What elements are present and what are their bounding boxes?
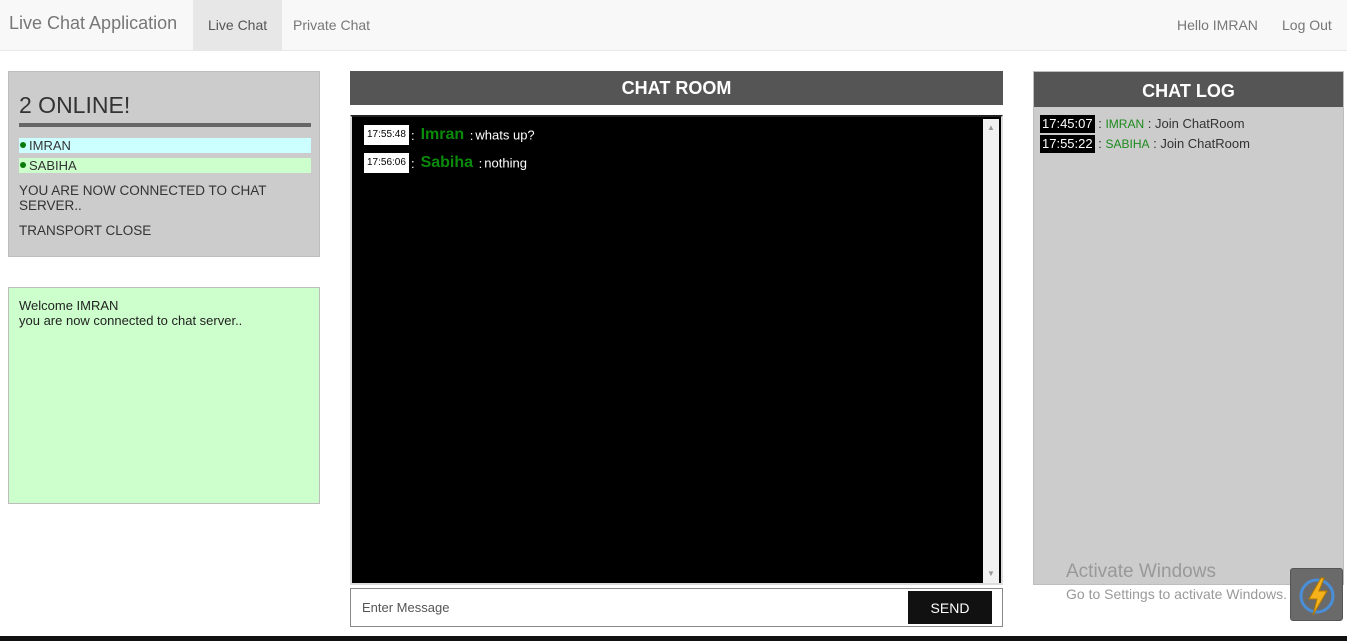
tab-live-chat[interactable]: Live Chat (193, 0, 283, 50)
divider (19, 123, 311, 127)
online-users-panel: 2 ONLINE! IMRAN SABIHA YOU ARE NOW CONNE… (8, 71, 320, 257)
online-status-icon (20, 162, 26, 168)
transport-status: TRANSPORT CLOSE (19, 223, 152, 238)
send-button[interactable]: SEND (908, 591, 992, 624)
message-text: whats up? (475, 127, 535, 143)
message-input-row: SEND (350, 588, 1003, 627)
welcome-connected-line: you are now connected to chat server.. (19, 313, 243, 328)
log-entry: 17:55:22 : SABIHA : Join ChatRoom (1040, 135, 1250, 153)
log-action: Join ChatRoom (1154, 116, 1245, 131)
message-text: nothing (484, 155, 527, 171)
chat-room-header: CHAT ROOM (350, 71, 1003, 105)
log-timestamp: 17:55:22 (1040, 135, 1095, 153)
chat-log-panel: CHAT LOG 17:45:07 : IMRAN : Join ChatRoo… (1033, 71, 1344, 585)
welcome-panel: Welcome IMRAN you are now connected to c… (8, 287, 320, 504)
welcome-line: Welcome IMRAN (19, 298, 119, 313)
online-status-icon (20, 142, 26, 148)
logout-link[interactable]: Log Out (1282, 0, 1332, 50)
log-user: SABIHA (1105, 137, 1150, 151)
chat-message: 17:55:48: Imran : whats up? (364, 125, 535, 145)
online-user-name: SABIHA (29, 158, 77, 173)
tab-private-chat[interactable]: Private Chat (278, 0, 385, 50)
message-sender: Sabiha (420, 154, 474, 171)
taskbar-edge (0, 636, 1347, 641)
log-entry: 17:45:07 : IMRAN : Join ChatRoom (1040, 115, 1245, 133)
online-user-sabiha[interactable]: SABIHA (19, 158, 311, 173)
scroll-down-arrow-icon[interactable]: ▼ (983, 567, 999, 581)
chat-scrollbar[interactable]: ▲ ▼ (983, 119, 999, 583)
top-navbar: Live Chat Application Live Chat Private … (0, 0, 1347, 51)
watermark-title: Activate Windows (1066, 561, 1216, 582)
chat-message: 17:56:06: Sabiha : nothing (364, 153, 527, 173)
message-timestamp: 17:56:06 (364, 153, 409, 173)
chat-log-header: CHAT LOG (1034, 72, 1343, 107)
online-count-title: 2 ONLINE! (19, 92, 131, 118)
connection-status: YOU ARE NOW CONNECTED TO CHAT SERVER.. (19, 183, 267, 213)
app-brand[interactable]: Live Chat Application (9, 13, 177, 34)
message-sender: Imran (420, 126, 465, 143)
log-timestamp: 17:45:07 (1040, 115, 1095, 133)
message-input[interactable] (351, 589, 907, 626)
online-user-imran[interactable]: IMRAN (19, 138, 311, 153)
user-greeting: Hello IMRAN (1177, 17, 1258, 33)
message-timestamp: 17:55:48 (364, 125, 409, 145)
activate-windows-watermark: Activate Windows Go to Settings to activ… (1066, 561, 1287, 602)
watermark-subtitle: Go to Settings to activate Windows. (1066, 586, 1287, 602)
log-user: IMRAN (1105, 117, 1145, 131)
log-action: Join ChatRoom (1160, 136, 1250, 151)
online-user-name: IMRAN (29, 138, 71, 153)
chat-messages-area[interactable]: 17:55:48: Imran : whats up? 17:56:06: Sabih… (350, 115, 1003, 585)
scroll-up-arrow-icon[interactable]: ▲ (983, 121, 999, 135)
lightning-bolt-icon[interactable] (1290, 568, 1343, 621)
